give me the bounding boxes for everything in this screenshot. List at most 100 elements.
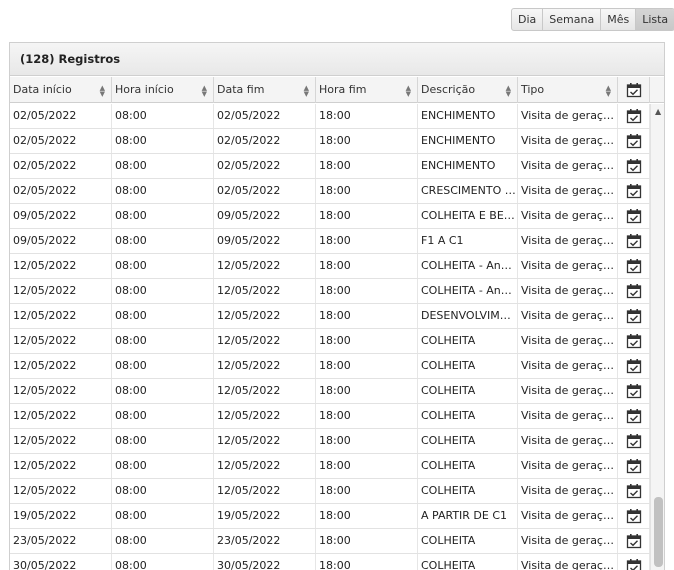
cell-hora-fim: 18:00	[316, 104, 418, 128]
cell-data-fim: 12/05/2022	[214, 304, 316, 328]
row-calendar-button[interactable]	[618, 354, 650, 378]
cell-tipo: Visita de geração ...	[518, 554, 618, 570]
calendar-check-icon	[626, 434, 641, 449]
cell-hora-fim: 18:00	[316, 279, 418, 303]
column-label: Descrição	[421, 83, 476, 96]
table-row[interactable]: 12/05/2022 08:00 12/05/2022 18:00 COLHEITA -…	[10, 254, 650, 279]
cell-data-fim: 12/05/2022	[214, 429, 316, 453]
view-list-button[interactable]: Lista	[636, 9, 674, 30]
view-month-button[interactable]: Mês	[601, 9, 637, 30]
row-calendar-button[interactable]	[618, 204, 650, 228]
cell-hora-inicio: 08:00	[112, 554, 214, 570]
cell-hora-inicio: 08:00	[112, 154, 214, 178]
scroll-up-icon[interactable]: ▲	[655, 107, 661, 116]
cell-descricao: COLHEITA	[418, 379, 518, 403]
scrollbar-thumb[interactable]	[654, 497, 663, 567]
column-header-descricao[interactable]: Descrição ▲ ▼	[418, 77, 518, 103]
cell-tipo: Visita de geração ...	[518, 504, 618, 528]
calendar-check-icon	[626, 134, 641, 149]
table-row[interactable]: 02/05/2022 08:00 02/05/2022 18:00 ENCHIMENTO…	[10, 129, 650, 154]
view-day-button[interactable]: Dia	[512, 9, 544, 30]
cell-hora-fim: 18:00	[316, 354, 418, 378]
table-row[interactable]: 02/05/2022 08:00 02/05/2022 18:00 ENCHIMENTO…	[10, 154, 650, 179]
table-body: 02/05/2022 08:00 02/05/2022 18:00 ENCHIMENTO…	[10, 104, 650, 570]
row-calendar-button[interactable]	[618, 504, 650, 528]
table-row[interactable]: 09/05/2022 08:00 09/05/2022 18:00 F1 A C1 Vis…	[10, 229, 650, 254]
row-calendar-button[interactable]	[618, 379, 650, 403]
column-header-hora-inicio[interactable]: Hora início ▲ ▼	[112, 77, 214, 103]
cell-data-fim: 12/05/2022	[214, 454, 316, 478]
table-row[interactable]: 12/05/2022 08:00 12/05/2022 18:00 COLHEITA Vi…	[10, 404, 650, 429]
cell-data-fim: 02/05/2022	[214, 179, 316, 203]
column-header-data-fim[interactable]: Data fim ▲ ▼	[214, 77, 316, 103]
cell-hora-fim: 18:00	[316, 154, 418, 178]
column-label: Hora fim	[319, 83, 367, 96]
row-calendar-button[interactable]	[618, 404, 650, 428]
row-calendar-button[interactable]	[618, 454, 650, 478]
column-header-calendar[interactable]	[618, 77, 650, 103]
cell-hora-inicio: 08:00	[112, 179, 214, 203]
cell-descricao: ENCHIMENTO	[418, 129, 518, 153]
row-calendar-button[interactable]	[618, 254, 650, 278]
row-calendar-button[interactable]	[618, 229, 650, 253]
cell-hora-fim: 18:00	[316, 254, 418, 278]
column-header-data-inicio[interactable]: Data início ▲ ▼	[10, 77, 112, 103]
row-calendar-button[interactable]	[618, 329, 650, 353]
cell-hora-fim: 18:00	[316, 504, 418, 528]
row-calendar-button[interactable]	[618, 179, 650, 203]
panel-title: (128) Registros	[10, 43, 664, 76]
calendar-check-icon	[626, 509, 641, 524]
table-row[interactable]: 12/05/2022 08:00 12/05/2022 18:00 COLHEITA -…	[10, 279, 650, 304]
row-calendar-button[interactable]	[618, 104, 650, 128]
table-row[interactable]: 12/05/2022 08:00 12/05/2022 18:00 COLHEITA Vi…	[10, 429, 650, 454]
row-calendar-button[interactable]	[618, 554, 650, 570]
cell-data-inicio: 12/05/2022	[10, 429, 112, 453]
calendar-check-icon	[626, 159, 641, 174]
row-calendar-button[interactable]	[618, 529, 650, 553]
calendar-check-icon	[626, 309, 641, 324]
column-header-hora-fim[interactable]: Hora fim ▲ ▼	[316, 77, 418, 103]
cell-data-fim: 12/05/2022	[214, 354, 316, 378]
view-week-button[interactable]: Semana	[543, 9, 602, 30]
table-header: Data início ▲ ▼ Hora início ▲ ▼ Data fim ▲ ▼ H…	[10, 77, 664, 103]
table-row[interactable]: 12/05/2022 08:00 12/05/2022 18:00 COLHEITA Vi…	[10, 454, 650, 479]
table-row[interactable]: 02/05/2022 08:00 02/05/2022 18:00 ENCHIMENTO…	[10, 104, 650, 129]
row-calendar-button[interactable]	[618, 429, 650, 453]
row-calendar-button[interactable]	[618, 279, 650, 303]
cell-tipo: Visita de geração ...	[518, 154, 618, 178]
cell-descricao: ENCHIMENTO	[418, 104, 518, 128]
cell-hora-fim: 18:00	[316, 479, 418, 503]
row-calendar-button[interactable]	[618, 154, 650, 178]
cell-hora-inicio: 08:00	[112, 479, 214, 503]
cell-tipo: Visita de geração ...	[518, 429, 618, 453]
table-row[interactable]: 19/05/2022 08:00 19/05/2022 18:00 A PARTIR D…	[10, 504, 650, 529]
calendar-check-icon	[626, 334, 641, 349]
column-label: Tipo	[521, 83, 545, 96]
table-row[interactable]: 12/05/2022 08:00 12/05/2022 18:00 COLHEITA Vi…	[10, 479, 650, 504]
table-row[interactable]: 12/05/2022 08:00 12/05/2022 18:00 COLHEITA Vi…	[10, 329, 650, 354]
cell-hora-fim: 18:00	[316, 554, 418, 570]
table-row[interactable]: 12/05/2022 08:00 12/05/2022 18:00 DESENVOLVI…	[10, 304, 650, 329]
calendar-check-icon	[626, 234, 641, 249]
cell-data-inicio: 09/05/2022	[10, 204, 112, 228]
cell-tipo: Visita de geração ...	[518, 379, 618, 403]
table-row[interactable]: 02/05/2022 08:00 02/05/2022 18:00 CRESCIMENT…	[10, 179, 650, 204]
cell-hora-inicio: 08:00	[112, 429, 214, 453]
table-row[interactable]: 12/05/2022 08:00 12/05/2022 18:00 COLHEITA Vi…	[10, 379, 650, 404]
vertical-scrollbar[interactable]: ▲	[650, 104, 664, 570]
column-header-tipo[interactable]: Tipo ▲ ▼	[518, 77, 618, 103]
row-calendar-button[interactable]	[618, 129, 650, 153]
cell-hora-fim: 18:00	[316, 429, 418, 453]
row-calendar-button[interactable]	[618, 304, 650, 328]
cell-data-inicio: 12/05/2022	[10, 379, 112, 403]
table-row[interactable]: 23/05/2022 08:00 23/05/2022 18:00 COLHEITA Vi…	[10, 529, 650, 554]
cell-descricao: COLHEITA - Andr...	[418, 279, 518, 303]
row-calendar-button[interactable]	[618, 479, 650, 503]
calendar-check-icon	[626, 384, 641, 399]
cell-data-fim: 23/05/2022	[214, 529, 316, 553]
cell-tipo: Visita de geração ...	[518, 304, 618, 328]
table-row[interactable]: 30/05/2022 08:00 30/05/2022 18:00 COLHEITA Vi…	[10, 554, 650, 570]
table-row[interactable]: 09/05/2022 08:00 09/05/2022 18:00 COLHEITA E…	[10, 204, 650, 229]
cell-hora-inicio: 08:00	[112, 329, 214, 353]
table-row[interactable]: 12/05/2022 08:00 12/05/2022 18:00 COLHEITA Vi…	[10, 354, 650, 379]
